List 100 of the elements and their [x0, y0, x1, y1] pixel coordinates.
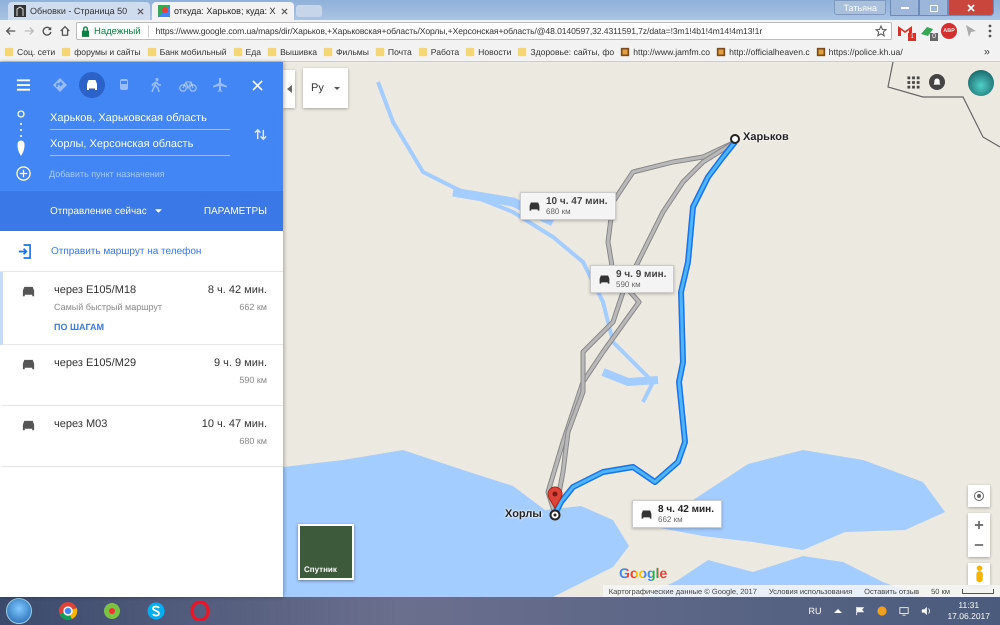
route-time-callout[interactable]: 8 ч. 42 мин. 662 км: [632, 500, 722, 528]
departure-dropdown[interactable]: Отправление сейчас: [50, 206, 162, 216]
callout-time: 9 ч. 9 мин.: [616, 269, 666, 280]
language-dropdown[interactable]: Ру: [303, 68, 348, 108]
notifications-icon[interactable]: [929, 74, 945, 90]
site-icon: [620, 46, 630, 56]
route-name: через E105/M29: [54, 357, 136, 369]
start-button[interactable]: [6, 598, 32, 624]
bookmark-title: Вышивка: [280, 46, 317, 56]
zoom-in-icon[interactable]: [974, 520, 984, 530]
window-close-button[interactable]: [948, 0, 994, 16]
close-icon[interactable]: [137, 8, 144, 14]
flag-icon[interactable]: [855, 606, 866, 616]
bookmark[interactable]: Банк мобильный: [146, 46, 227, 56]
route-distance: 680 км: [239, 436, 267, 446]
callout-time: 8 ч. 42 мин.: [658, 504, 714, 515]
tab-title: Обновки - Страница 50: [30, 6, 128, 16]
start-point-icon: [729, 133, 741, 145]
folder-icon: [4, 46, 14, 56]
origin-field[interactable]: Харьков, Харьковская область: [50, 112, 230, 130]
speaker-icon[interactable]: [921, 606, 932, 616]
reload-icon[interactable]: [41, 25, 53, 37]
caret-icon: [154, 209, 162, 213]
route-name: через M03: [54, 418, 108, 430]
pegman-icon: [974, 565, 984, 583]
airplane-icon: [212, 77, 228, 93]
address-bar[interactable]: Надежный https://www.google.com.ua/maps/dir/Харьков,+Харьковская+область/Хорлы,+Херсонская+область/@48.0140597,32.4311591,7z/data=!3m1!4b1!4m14!4m13!1r: [76, 22, 892, 40]
bookmark[interactable]: Фильмы: [322, 46, 369, 56]
bookmark[interactable]: форумы и сайты: [61, 46, 141, 56]
minimize-button[interactable]: [890, 0, 919, 16]
route-distance: 662 км: [239, 302, 267, 312]
collapse-panel-button[interactable]: [283, 70, 295, 108]
callout-distance: 680 км: [546, 207, 572, 216]
bookmark-title: Работа: [430, 46, 460, 56]
folder-icon: [61, 46, 72, 56]
lock-icon: [81, 26, 90, 36]
browser-tab[interactable]: Обновки - Страница 50: [8, 2, 150, 20]
bookmark-title: форумы и сайты: [74, 46, 141, 56]
caret-icon: [334, 86, 340, 90]
bookmark[interactable]: Еда: [232, 46, 262, 56]
satellite-toggle[interactable]: Спутник: [298, 524, 354, 580]
maximize-button[interactable]: [919, 0, 948, 16]
add-destination-field[interactable]: Добавить пункт назначения: [49, 168, 267, 178]
clock-date: 17.06.2017: [947, 611, 990, 622]
folder-icon: [465, 46, 476, 56]
bookmark-title: Банк мобильный: [160, 46, 227, 56]
more-menu-icon[interactable]: [988, 24, 992, 38]
callout-time: 10 ч. 47 мин.: [546, 196, 608, 207]
travel-time: 9 ч. 9 мин.: [214, 357, 267, 369]
route-dots-icon: [16, 110, 26, 158]
gate-icon: [14, 5, 26, 17]
caret-up-icon[interactable]: [833, 606, 844, 616]
my-location-button[interactable]: [968, 485, 990, 507]
bookmark[interactable]: Новости: [465, 46, 512, 56]
folder-icon: [267, 46, 278, 56]
site-icon: [716, 46, 726, 56]
back-icon[interactable]: [5, 25, 17, 37]
bookmark[interactable]: Почта: [374, 46, 412, 56]
route-time-callout[interactable]: 9 ч. 9 мин. 590 км: [590, 265, 674, 293]
details-link[interactable]: ПО ШАГАМ: [54, 322, 267, 332]
route-note: Самый быстрый маршрут: [54, 302, 162, 312]
minimize-icon: [900, 6, 908, 8]
restore-icon: [928, 2, 938, 12]
menu-icon[interactable]: [16, 79, 31, 91]
folder-icon: [517, 46, 528, 56]
apps-grid-icon[interactable]: [907, 76, 920, 89]
options-button[interactable]: ПАРАМЕТРЫ: [204, 206, 267, 216]
update-icon[interactable]: [877, 606, 888, 616]
target-icon: [973, 490, 985, 502]
url-text: https://www.google.com.ua/maps/dir/Харьков,+Харьковская+область/Хорлы,+Херсонская+область/@48.0140597,32.4311591,7z/data=!3m1!4b1!4m14!4m13!1r: [156, 26, 764, 36]
cursor-icon: [964, 24, 978, 38]
bookmark[interactable]: Работа: [418, 46, 460, 56]
bookmark-title: Почта: [388, 46, 412, 56]
route-time-callout[interactable]: 10 ч. 47 мин. 680 км: [520, 192, 616, 220]
bookmark[interactable]: Вышивка: [267, 46, 317, 56]
car-icon: [640, 508, 653, 520]
caret-left-icon: [286, 85, 292, 93]
travel-time: 10 ч. 47 мин.: [202, 418, 267, 430]
flower-icon: [102, 601, 122, 621]
more-bookmarks-button[interactable]: »: [984, 46, 990, 58]
swap-icon[interactable]: [254, 128, 267, 140]
star-icon[interactable]: [875, 25, 887, 37]
destination-field[interactable]: Хорлы, Херсонская область: [50, 138, 230, 156]
home-icon[interactable]: [59, 25, 71, 37]
folder-icon: [322, 46, 333, 56]
chrome-icon: [58, 601, 78, 621]
travel-mode-button[interactable]: [79, 72, 105, 98]
scale-bar: [962, 588, 994, 594]
route-name: через E105/M18: [54, 284, 136, 296]
bookmark[interactable]: Соц. сети: [4, 46, 56, 56]
car-icon: [21, 284, 36, 299]
browser-tab[interactable]: откуда: Харьков; куда: Х: [152, 2, 294, 20]
add-icon[interactable]: [16, 166, 31, 181]
send-to-phone-link[interactable]: Отправить маршрут на телефон: [51, 246, 202, 256]
route-distance: 590 км: [239, 375, 267, 385]
close-icon[interactable]: [281, 8, 288, 14]
folder-icon: [418, 46, 428, 56]
tab-title: откуда: Харьков; куда: Х: [174, 6, 276, 16]
keyboard-language[interactable]: RU: [808, 606, 822, 616]
network-icon[interactable]: [899, 606, 910, 616]
